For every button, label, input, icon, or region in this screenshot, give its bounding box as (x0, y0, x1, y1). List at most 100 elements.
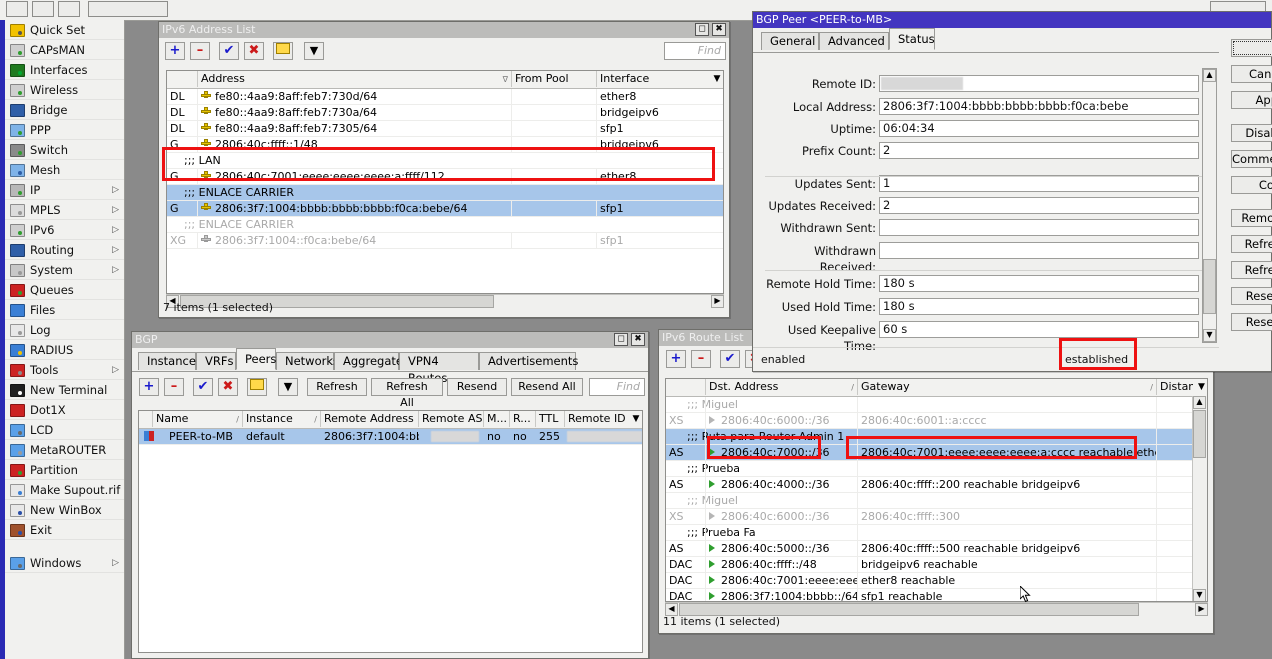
bgp-enable-button[interactable]: ✔ (193, 378, 213, 396)
table-row[interactable]: DAC2806:40c:ffff::/48bridgeipv6 reachabl… (666, 557, 1207, 573)
route-comment-row[interactable]: ;;; Miguel (666, 493, 1207, 509)
sidebar-item-lcd[interactable]: LCD (5, 420, 124, 440)
ok-button[interactable]: OK (1231, 39, 1272, 57)
peer-dialog-titlebar[interactable]: BGP Peer <PEER-to-MB> (753, 12, 1271, 28)
address-col-menu-button[interactable]: ▼ (706, 71, 724, 87)
address-col-frompool[interactable]: From Pool (512, 71, 597, 87)
table-row[interactable]: AS2806:40c:5000::/362806:40c:ffff::500 r… (666, 541, 1207, 557)
sidebar-item-system[interactable]: System▷ (5, 260, 124, 280)
sidebar-item-new-terminal[interactable]: New Terminal (5, 380, 124, 400)
sidebar-item-bridge[interactable]: Bridge (5, 100, 124, 120)
bgp-col-r[interactable]: R... (510, 411, 536, 427)
route-vscroll-up-arrow[interactable]: ▲ (1193, 396, 1206, 409)
peer-field-input[interactable]: 2 (879, 142, 1199, 159)
tab-vrfs[interactable]: VRFs (196, 352, 236, 370)
sidebar-item-tools[interactable]: Tools▷ (5, 360, 124, 380)
address-col-address[interactable]: Address ∇ (198, 71, 512, 87)
sidebar-item-switch[interactable]: Switch (5, 140, 124, 160)
peer-field-input[interactable]: 06:04:34 (879, 120, 1199, 137)
route-enable-button[interactable]: ✔ (720, 350, 740, 368)
table-row[interactable]: DLfe80::4aa9:8aff:feb7:730a/64bridgeipv6 (167, 105, 723, 121)
sidebar-item-mpls[interactable]: MPLS▷ (5, 200, 124, 220)
peer-form-scroll-thumb[interactable] (1203, 259, 1216, 314)
peer-field-input[interactable]: 2806:3f7:1004:bbbb:bbbb:bbbb:f0ca:bebe (879, 98, 1199, 115)
sidebar-item-routing[interactable]: Routing▷ (5, 240, 124, 260)
peer-field-input[interactable]: 2 (879, 197, 1199, 214)
copy-button[interactable]: Copy (1231, 176, 1272, 194)
table-row[interactable]: PEER-to-MBdefault2806:3f7:1004:bb...nono… (139, 429, 642, 445)
resend-button[interactable]: Resend (1231, 287, 1272, 305)
tab-general[interactable]: General (761, 32, 819, 50)
refresh-all-button[interactable]: Refresh All (1231, 261, 1272, 279)
address-disable-button[interactable]: ✖ (244, 42, 264, 60)
address-comment-button[interactable] (273, 42, 293, 60)
peer-field-input[interactable]: 1 (879, 175, 1199, 192)
sidebar-item-new-winbox[interactable]: New WinBox (5, 500, 124, 520)
disable-button[interactable]: Disable (1231, 124, 1272, 142)
bgp-col-remote-id[interactable]: Remote ID (565, 411, 625, 427)
bgp-maximize-button[interactable]: ◻ (614, 333, 628, 346)
address-window-titlebar[interactable]: IPv6 Address List ◻ ✖ (159, 22, 729, 38)
bgp-col-ttl[interactable]: TTL (536, 411, 565, 427)
sidebar-item-ip[interactable]: IP▷ (5, 180, 124, 200)
table-row[interactable]: G2806:3f7:1004:bbbb:bbbb:bbbb:f0ca:bebe/… (167, 201, 723, 217)
route-comment-row[interactable]: ;;; Prueba Fa (666, 525, 1207, 541)
comment-button[interactable]: Comment (1231, 150, 1272, 168)
toolbar-button-1[interactable] (6, 1, 28, 17)
sidebar-item-mesh[interactable]: Mesh (5, 160, 124, 180)
address-enable-button[interactable]: ✔ (219, 42, 239, 60)
address-add-button[interactable]: + (165, 42, 185, 60)
bgp-filter-button[interactable]: ▼ (278, 378, 298, 396)
route-col-flags[interactable] (666, 379, 706, 395)
tab-instances[interactable]: Instances (138, 352, 196, 370)
sidebar-item-radius[interactable]: RADIUS (5, 340, 124, 360)
bgp-col-m[interactable]: M... (484, 411, 510, 427)
address-comment-row[interactable]: ;;; ENLACE CARRIER (167, 217, 723, 233)
table-row[interactable]: XS2806:40c:6000::/362806:40c:ffff::300 (666, 509, 1207, 525)
bgp-add-button[interactable]: + (139, 378, 159, 396)
bgp-resend-all-button[interactable]: Resend All (511, 378, 583, 396)
bgp-col-remote-address[interactable]: Remote Address (321, 411, 419, 427)
table-row[interactable]: XG2806:3f7:1004::f0ca:bebe/64sfp1 (167, 233, 723, 249)
route-comment-row[interactable]: ;;; Miguel (666, 397, 1207, 413)
address-filter-button[interactable]: ▼ (304, 42, 324, 60)
sidebar-item-windows[interactable]: Windows▷ (5, 553, 124, 573)
route-vscroll-thumb[interactable] (1193, 410, 1206, 458)
bgp-resend-button[interactable]: Resend (447, 378, 507, 396)
bgp-window-titlebar[interactable]: BGP ◻ ✖ (132, 332, 648, 348)
peer-field-input[interactable]: 180 s (879, 298, 1199, 315)
refresh-button[interactable]: Refresh (1231, 235, 1272, 253)
bgp-refresh-all-button[interactable]: Refresh All (371, 378, 443, 396)
bgp-find-input[interactable]: Find (589, 378, 645, 396)
table-row[interactable]: G2806:40c:7001:eeee:eeee:eeee:a:ffff/112… (167, 169, 723, 185)
sidebar-item-metarouter[interactable]: MetaROUTER (5, 440, 124, 460)
bgp-col-name[interactable]: Name / (153, 411, 243, 427)
address-close-button[interactable]: ✖ (712, 23, 726, 36)
peer-form-scroll-down[interactable]: ▼ (1203, 329, 1216, 342)
sidebar-item-queues[interactable]: Queues (5, 280, 124, 300)
table-row[interactable]: XS2806:40c:6000::/362806:40c:6001::a:ccc… (666, 413, 1207, 429)
route-col-dst[interactable]: Dst. Address / (706, 379, 858, 395)
table-row[interactable]: AS2806:40c:7000::/362806:40c:7001:eeee:e… (666, 445, 1207, 461)
bgp-col-menu-button[interactable]: ▼ (625, 411, 643, 427)
bgp-disable-button[interactable]: ✖ (218, 378, 238, 396)
toolbar-button-3[interactable] (58, 1, 80, 17)
tab-advertisements[interactable]: Advertisements (479, 352, 576, 370)
sidebar-item-wireless[interactable]: Wireless (5, 80, 124, 100)
bgp-refresh-button[interactable]: Refresh (307, 378, 367, 396)
route-comment-row[interactable]: ;;; Ruta para Router Admin 1 (666, 429, 1207, 445)
sidebar-item-log[interactable]: Log (5, 320, 124, 340)
table-row[interactable]: DLfe80::4aa9:8aff:feb7:7305/64sfp1 (167, 121, 723, 137)
tab-networks[interactable]: Networks (276, 352, 334, 370)
peer-form-scroll-up[interactable]: ▲ (1203, 69, 1216, 82)
sidebar-item-interfaces[interactable]: Interfaces (5, 60, 124, 80)
route-col-gateway[interactable]: Gateway / (858, 379, 1157, 395)
route-remove-button[interactable]: – (691, 350, 711, 368)
route-vscroll-down-arrow[interactable]: ▼ (1193, 589, 1206, 602)
bgp-remove-button[interactable]: – (164, 378, 184, 396)
sidebar-item-make-supout-rif[interactable]: Make Supout.rif (5, 480, 124, 500)
address-find-input[interactable]: Find (664, 42, 726, 60)
bgp-comment-button[interactable] (247, 378, 267, 396)
sidebar-item-dot1x[interactable]: Dot1X (5, 400, 124, 420)
sidebar-item-quick-set[interactable]: Quick Set (5, 20, 124, 40)
